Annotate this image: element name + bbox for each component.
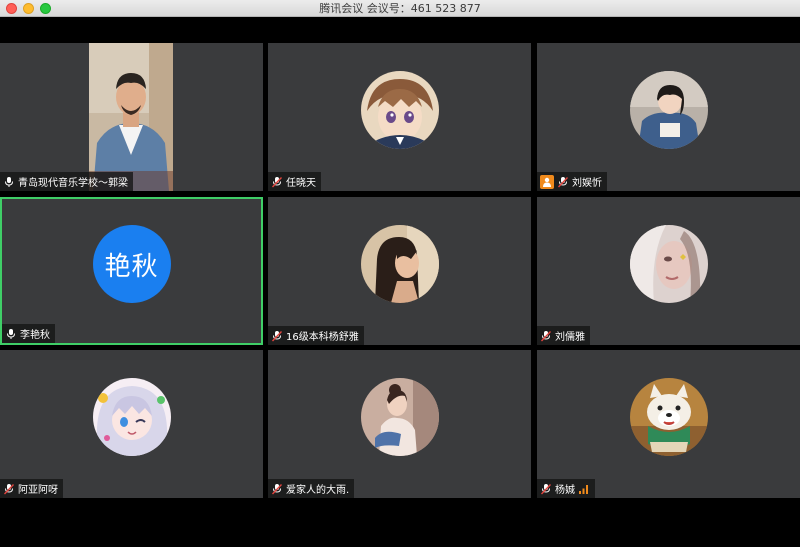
participant-nametag: 任晓天 (268, 172, 321, 191)
microphone-muted-icon[interactable] (271, 483, 283, 495)
microphone-muted-icon[interactable] (540, 330, 552, 342)
girl-photo-avatar (629, 71, 708, 149)
microphone-muted-icon[interactable] (271, 176, 283, 188)
participant-tile[interactable]: 青岛现代音乐学校～郭梁 (0, 43, 263, 191)
participant-nametag: 阿亚阿呀 (0, 479, 63, 498)
anime-girl-avatar (92, 378, 171, 456)
participant-tile[interactable]: 任晓天 (268, 43, 531, 191)
video-frame-icon (89, 43, 173, 191)
dog-figurine-avatar (629, 378, 708, 456)
participant-tile[interactable]: 16级本科杨舒雅 (268, 197, 531, 345)
microphone-icon[interactable] (5, 328, 17, 340)
woman-sitting-avatar (360, 378, 439, 456)
participant-name: 阿亚阿呀 (18, 485, 58, 496)
participant-tile[interactable]: 阿亚阿呀 (0, 350, 263, 498)
participant-name: 青岛现代音乐学校～郭梁 (18, 178, 128, 189)
participant-nametag: 青岛现代音乐学校～郭梁 (0, 172, 133, 191)
anime-boy-avatar (360, 71, 439, 149)
participant-tile[interactable]: 刘娱忻 (537, 43, 800, 191)
woman-faded-avatar (629, 225, 708, 303)
microphone-muted-icon[interactable] (3, 483, 15, 495)
text-avatar: 艳秋 (92, 225, 171, 303)
woman-profile-avatar (360, 225, 439, 303)
participant-nametag: 刘娱忻 (537, 172, 607, 191)
microphone-muted-icon[interactable] (540, 483, 552, 495)
participant-grid: 青岛现代音乐学校～郭梁 任晓天 刘娱忻 艳秋 李艳秋 16级本科杨舒雅 刘儒雅 … (0, 43, 800, 498)
participant-nametag: 爱家人的大雨. (268, 479, 355, 498)
participant-nametag: 李艳秋 (2, 324, 55, 343)
microphone-icon[interactable] (3, 176, 15, 188)
participant-nametag: 杨娍 (537, 479, 595, 498)
participant-tile[interactable]: 刘儒雅 (537, 197, 800, 345)
participant-name: 16级本科杨舒雅 (286, 332, 359, 343)
participant-name: 李艳秋 (20, 330, 50, 341)
microphone-muted-icon[interactable] (557, 176, 569, 188)
participant-name: 爱家人的大雨. (286, 485, 350, 496)
participant-tile[interactable]: 爱家人的大雨. (268, 350, 531, 498)
participant-tile[interactable]: 杨娍 (537, 350, 800, 498)
participant-name: 杨娍 (555, 485, 575, 496)
microphone-muted-icon[interactable] (271, 330, 283, 342)
participant-name: 任晓天 (286, 178, 316, 189)
participant-video (89, 43, 173, 191)
window-title: 腾讯会议 会议号：461 523 877 (319, 2, 481, 15)
participant-nametag: 刘儒雅 (537, 326, 590, 345)
window-titlebar: 腾讯会议 会议号：461 523 877 (0, 0, 800, 17)
participant-name: 刘娱忻 (572, 178, 602, 189)
participant-name: 刘儒雅 (555, 332, 585, 343)
host-badge-icon (540, 174, 554, 189)
signal-strength-icon (578, 483, 590, 495)
participant-nametag: 16级本科杨舒雅 (268, 326, 364, 345)
participant-tile-active[interactable]: 艳秋 李艳秋 (0, 197, 263, 345)
